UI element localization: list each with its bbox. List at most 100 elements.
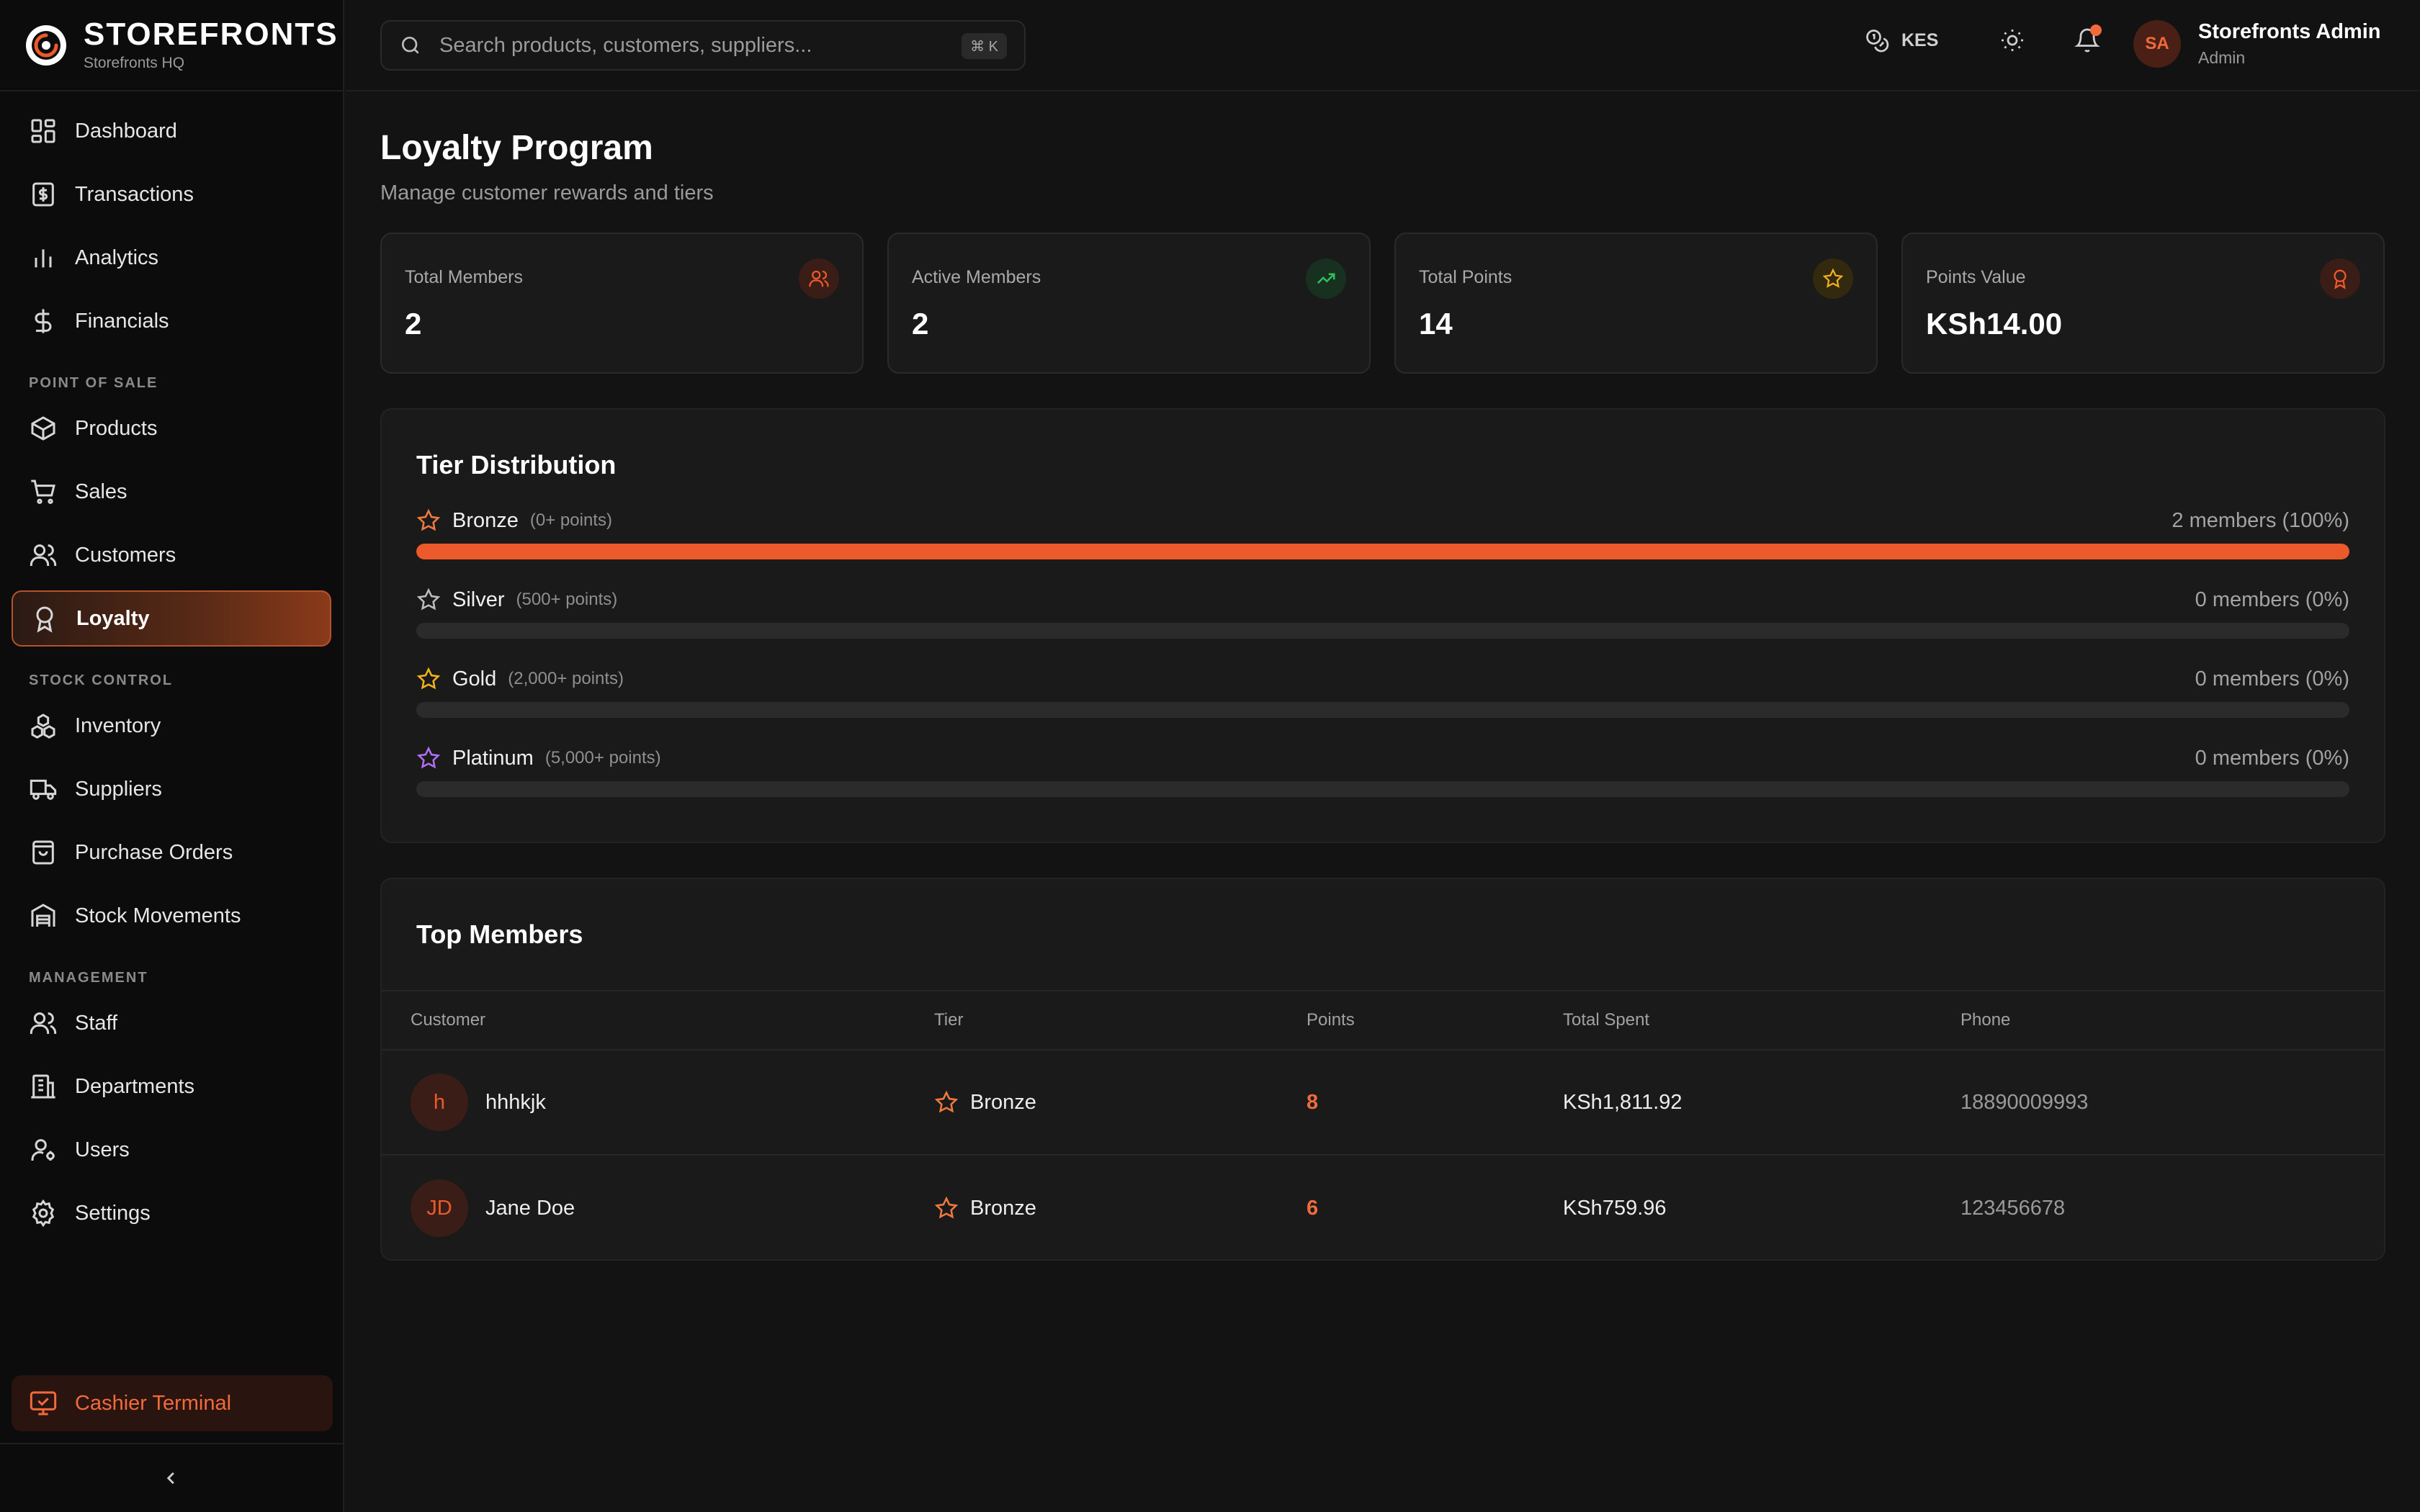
sidebar-item-transactions[interactable]: Transactions	[12, 166, 331, 222]
stat-icon-badge	[1813, 258, 1853, 299]
brand-logo-icon	[26, 24, 66, 66]
sidebar-item-label: Users	[75, 1138, 130, 1161]
table-row[interactable]: JD Jane Doe Bronze 6 KSh759.96 123456678	[382, 1156, 2384, 1261]
award-icon	[2334, 269, 2347, 289]
sidebar-item-label: Loyalty	[76, 606, 150, 630]
stat-card-total-members: Total Members 2	[380, 233, 864, 374]
tier-label: Bronze	[970, 1196, 1036, 1220]
stat-icon-badge	[799, 258, 839, 299]
sidebar-item-loyalty[interactable]: Loyalty	[12, 590, 331, 647]
brand-title: STOREFRONTS	[84, 16, 339, 52]
currency-switcher[interactable]: KES	[1864, 27, 1938, 53]
truck-icon	[30, 779, 57, 800]
sidebar-item-label: Suppliers	[75, 777, 162, 801]
star-icon	[416, 746, 441, 769]
column-header-points[interactable]: Points	[1307, 1010, 1355, 1030]
tier-requirement: (5,000+ points)	[544, 748, 661, 768]
currency-label: KES	[1901, 30, 1939, 50]
total-spent-cell: KSh1,811.92	[1563, 1090, 1682, 1114]
search-input[interactable]	[439, 33, 944, 58]
sidebar-item-products[interactable]: Products	[12, 400, 331, 456]
search-shortcut: ⌘ K	[962, 33, 1007, 59]
avatar: JD	[411, 1179, 468, 1237]
stat-icon-badge	[2320, 258, 2360, 299]
column-header-tier[interactable]: Tier	[934, 1010, 963, 1030]
search-bar[interactable]: ⌘ K	[380, 20, 1026, 71]
sidebar-item-customers[interactable]: Customers	[12, 527, 331, 583]
sidebar-item-label: Analytics	[75, 246, 159, 269]
tier-name: Platinum	[452, 746, 534, 770]
cashier-terminal-button[interactable]: Cashier Terminal	[12, 1375, 333, 1431]
tier-member-count: 2 members (100%)	[2172, 508, 2349, 532]
page-subtitle: Manage customer rewards and tiers	[380, 181, 714, 204]
stat-value: 2	[912, 307, 929, 341]
warehouse-icon	[31, 904, 55, 927]
user-role: Admin	[2198, 48, 2246, 67]
bar-chart-icon	[35, 249, 52, 268]
shopping-bag-icon	[32, 840, 54, 865]
main-content: Loyalty Program Manage customer rewards …	[380, 91, 2385, 1261]
dollar-icon	[35, 309, 52, 333]
sidebar-item-inventory[interactable]: Inventory	[12, 698, 331, 754]
user-name: Storefronts Admin	[2198, 20, 2381, 43]
stat-label: Points Value	[1926, 267, 2026, 287]
chevron-left-icon	[166, 1472, 174, 1485]
stat-label: Total Points	[1419, 267, 1512, 287]
user-cog-icon	[31, 1139, 55, 1161]
panel-title: Tier Distribution	[416, 450, 617, 480]
gear-icon	[32, 1199, 55, 1228]
sidebar-item-label: Settings	[75, 1201, 151, 1225]
brand[interactable]: STOREFRONTS Storefronts HQ	[0, 0, 343, 91]
collapse-sidebar-button[interactable]	[0, 1443, 343, 1512]
sidebar-item-purchase-orders[interactable]: Purchase Orders	[12, 824, 331, 881]
cashier-terminal-label: Cashier Terminal	[75, 1391, 232, 1415]
stat-label: Active Members	[912, 267, 1041, 287]
sidebar-item-stock-movements[interactable]: Stock Movements	[12, 888, 331, 944]
dollar-receipt-icon	[32, 182, 54, 207]
sidebar-item-departments[interactable]: Departments	[12, 1058, 331, 1115]
section-label-management: MANAGEMENT	[29, 970, 148, 986]
sidebar-item-analytics[interactable]: Analytics	[12, 230, 331, 286]
sidebar-item-sales[interactable]: Sales	[12, 464, 331, 520]
column-header-phone[interactable]: Phone	[1960, 1010, 2010, 1030]
theme-toggle-button[interactable]	[1999, 27, 2025, 53]
user-menu[interactable]: SA Storefronts Admin Admin	[2133, 20, 2380, 68]
stat-icon-badge	[1306, 258, 1346, 299]
tier-name: Bronze	[452, 508, 519, 532]
building-icon	[31, 1074, 55, 1099]
sidebar: STOREFRONTS Storefronts HQ Dashboard Tra…	[0, 0, 344, 1512]
sidebar-item-financials[interactable]: Financials	[12, 293, 331, 349]
award-icon	[36, 606, 53, 633]
points-cell: 6	[1307, 1196, 1319, 1220]
dashboard-icon	[31, 119, 55, 143]
sidebar-item-dashboard[interactable]: Dashboard	[12, 103, 331, 159]
stat-card-total-points: Total Points 14	[1394, 233, 1878, 374]
sidebar-item-users[interactable]: Users	[12, 1122, 331, 1178]
top-header: ⌘ K KES SA Storefronts Admin Admin	[346, 0, 2420, 91]
stat-value: 14	[1419, 307, 1453, 341]
box-icon	[31, 416, 55, 441]
sidebar-item-label: Purchase Orders	[75, 840, 233, 864]
column-header-total-spent[interactable]: Total Spent	[1563, 1010, 1649, 1030]
avatar: SA	[2133, 20, 2181, 68]
sidebar-item-label: Dashboard	[75, 119, 177, 143]
sidebar-item-label: Financials	[75, 309, 169, 333]
users-icon	[809, 270, 829, 287]
users-icon	[30, 1012, 57, 1034]
tier-requirement: (0+ points)	[529, 510, 612, 530]
section-label-stock: STOCK CONTROL	[29, 672, 174, 688]
tier-row-silver: Silver (500+ points) 0 members (0%)	[416, 585, 2349, 639]
stat-label: Total Members	[405, 267, 523, 287]
tier-name: Silver	[452, 588, 505, 611]
sidebar-item-settings[interactable]: Settings	[12, 1185, 331, 1241]
sidebar-item-suppliers[interactable]: Suppliers	[12, 761, 331, 817]
sidebar-item-label: Inventory	[75, 714, 161, 737]
phone-cell: 18890009993	[1960, 1090, 2089, 1114]
sidebar-item-staff[interactable]: Staff	[12, 995, 331, 1051]
customer-name: hhhkjk	[485, 1090, 546, 1114]
notifications-button[interactable]	[2074, 24, 2102, 53]
column-header-customer[interactable]: Customer	[411, 1010, 485, 1030]
phone-cell: 123456678	[1960, 1196, 2066, 1220]
tier-row-bronze: Bronze (0+ points) 2 members (100%)	[416, 506, 2349, 559]
table-row[interactable]: h hhhkjk Bronze 8 KSh1,811.92 1889000999…	[382, 1050, 2384, 1156]
